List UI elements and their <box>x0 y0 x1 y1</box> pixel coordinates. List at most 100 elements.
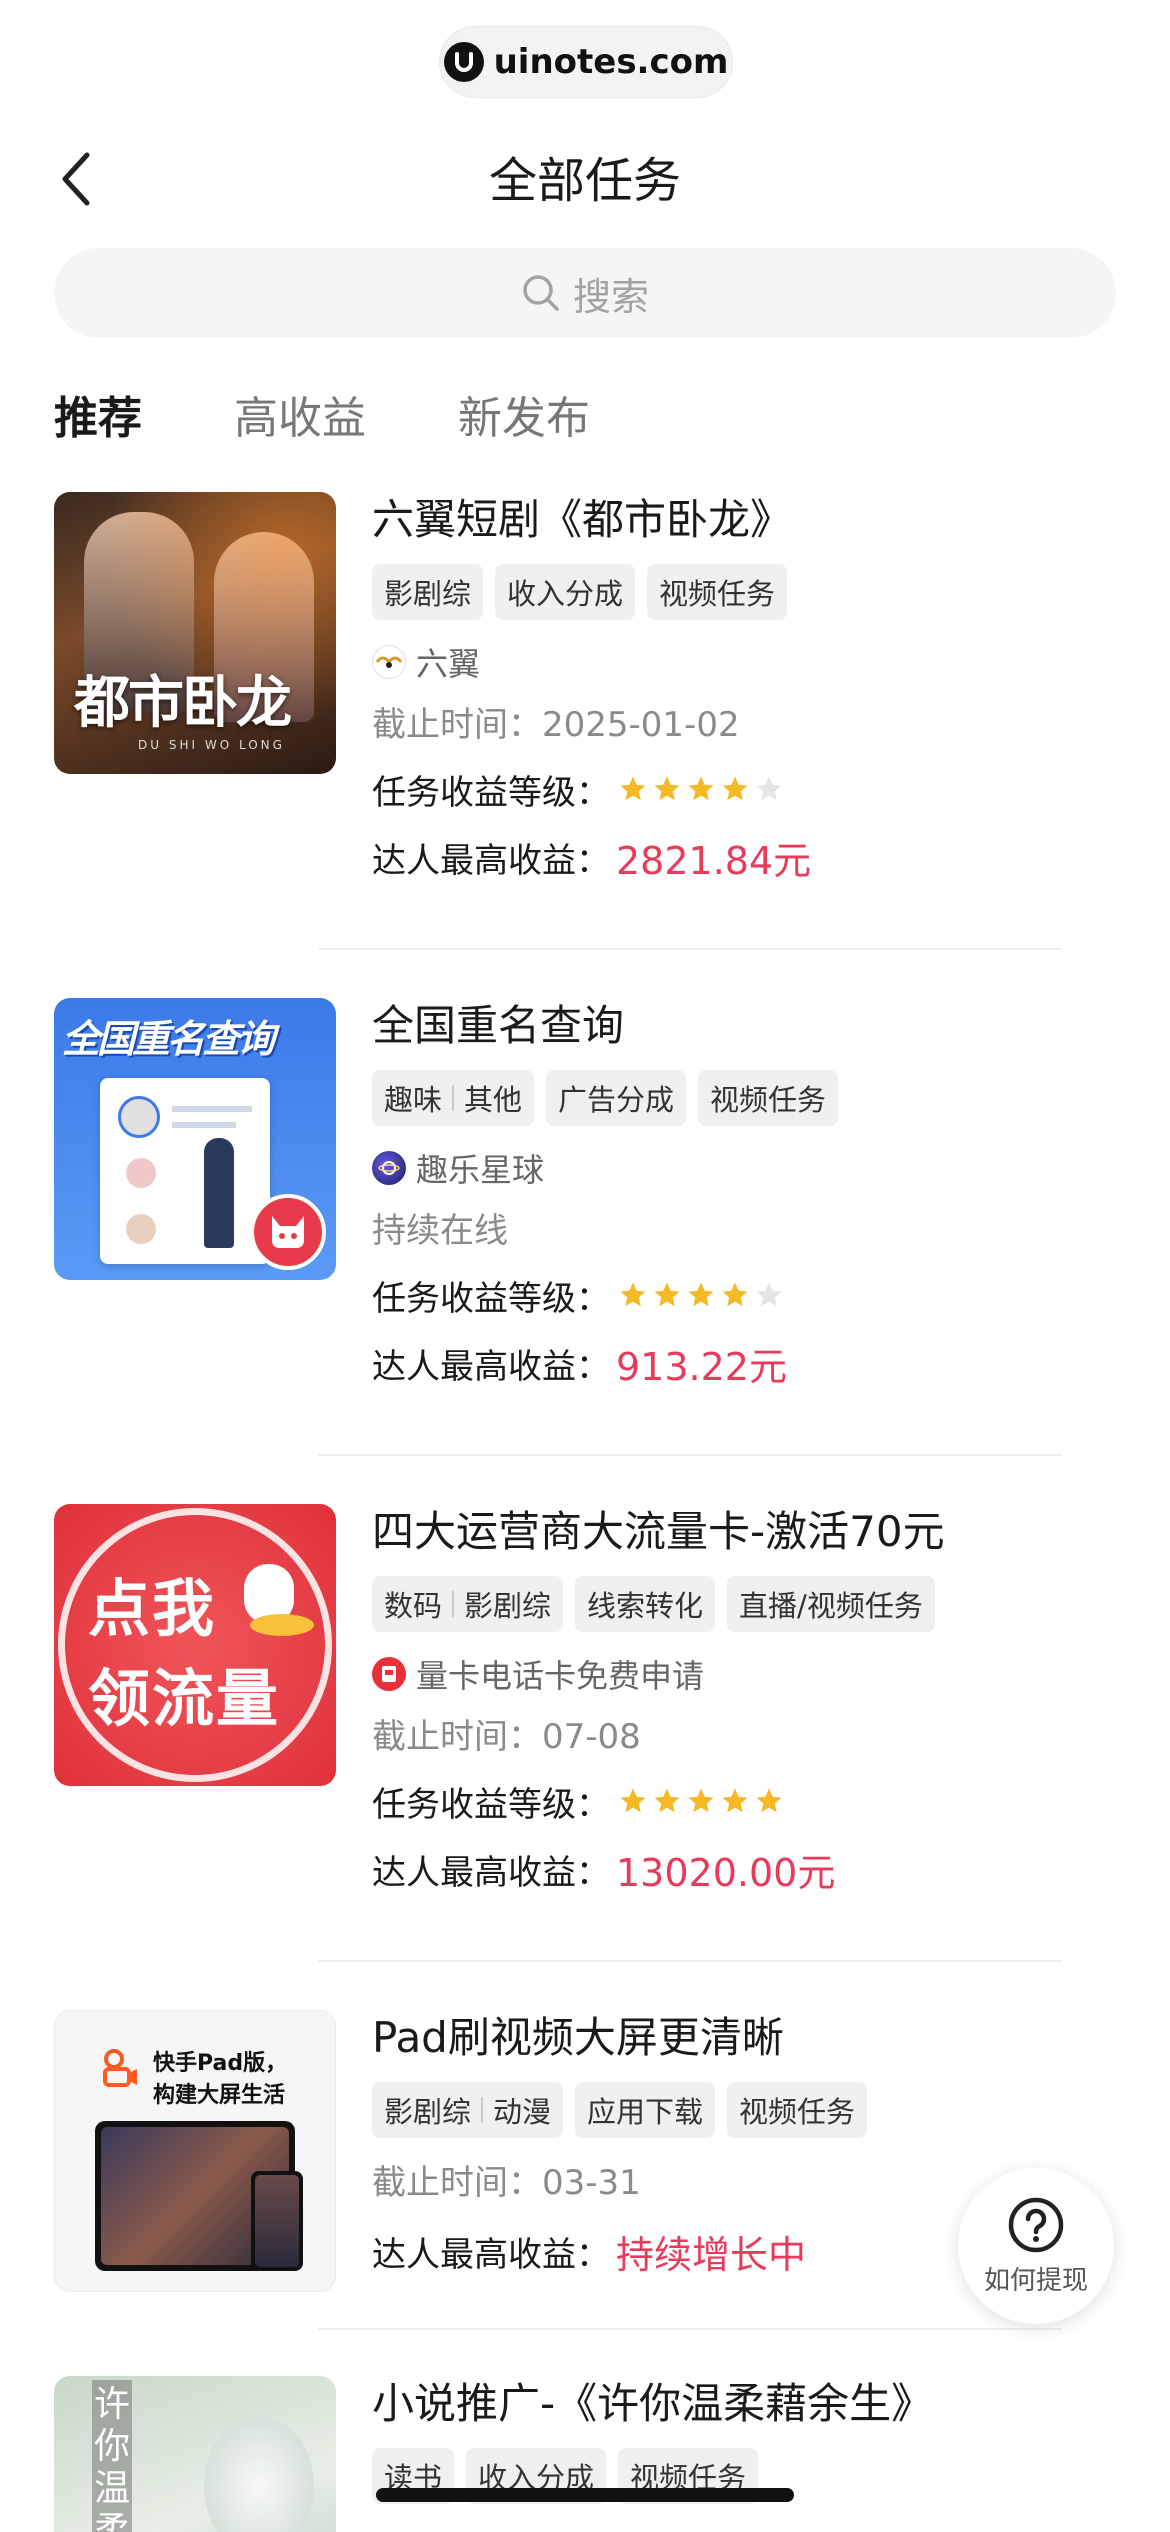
task-title: Pad刷视频大屏更清晰 <box>372 2013 784 2062</box>
max-earnings-label: 达人最高收益： <box>372 1346 610 1387</box>
uinotes-logo-icon <box>443 42 484 82</box>
max-earnings-value: 持续增长中 <box>616 2232 807 2277</box>
income-level-label: 任务收益等级： <box>372 1784 610 1825</box>
publisher: 趣乐星球 <box>372 1146 1116 1190</box>
star-icon <box>722 1282 748 1307</box>
star-icon <box>756 1282 782 1307</box>
divider <box>318 948 1062 950</box>
tag: 趣味 其他 <box>372 1070 535 1126</box>
task-thumbnail: 都市卧龙 DU SHI WO LONG <box>54 492 336 774</box>
home-indicator <box>376 2488 794 2502</box>
task-deadline: 持续在线 <box>372 1211 508 1251</box>
publisher-name: 六翼 <box>416 645 481 683</box>
star-icon <box>620 1788 646 1813</box>
kuaishou-logo-icon <box>101 2049 141 2089</box>
task-thumbnail: 全国重名查询 <box>54 998 336 1280</box>
star-icon <box>654 776 680 801</box>
star-icon <box>688 1788 714 1813</box>
publisher-logo-icon <box>372 645 406 679</box>
thumbnail-title: 都市卧龙 <box>74 670 292 736</box>
tag: 影剧综 <box>372 564 484 620</box>
task-deadline: 截止时间：2025-01-02 <box>372 705 740 745</box>
task-card[interactable]: 都市卧龙 DU SHI WO LONG 六翼短剧《都市卧龙》 影剧综 收入分成 … <box>54 492 1116 948</box>
star-icon <box>722 776 748 801</box>
watermark-text: uinotes.com <box>493 42 729 82</box>
task-card[interactable]: 点我 领流量 四大运营商大流量卡-激活70元 数码 影剧综 线索转化 直播/视频任… <box>54 1504 1116 1960</box>
star-icon <box>756 776 782 801</box>
task-thumbnail: 点我 领流量 <box>54 1504 336 1786</box>
star-rating <box>618 1786 784 1816</box>
task-card[interactable]: 全国重名查询 全国重名查询 趣味 其他 广告分成 视频任务 趣乐星球 持续在线 任… <box>54 998 1116 1454</box>
category-tabs: 推荐 高收益 新发布 <box>54 386 590 452</box>
task-title: 小说推广-《许你温柔藉余生》 <box>372 2379 934 2428</box>
star-icon <box>722 1788 748 1813</box>
search-icon <box>523 275 559 311</box>
search-placeholder: 搜索 <box>572 274 649 319</box>
tab-new-release[interactable]: 新发布 <box>458 386 590 452</box>
publisher-name: 量卡电话卡免费申请 <box>416 1657 705 1695</box>
task-card[interactable]: 许你温柔 小说推广-《许你温柔藉余生》 读书 收入分成 视频任务 <box>54 2376 1116 2532</box>
thumbnail-title: 许你温柔 <box>92 2380 132 2532</box>
max-earnings: 达人最高收益： 13020.00元 <box>372 1844 1116 1895</box>
page-title: 全部任务 <box>488 153 681 209</box>
star-icon <box>688 776 714 801</box>
income-level: 任务收益等级： <box>372 766 1116 813</box>
max-earnings-value: 913.22元 <box>616 1344 787 1389</box>
max-earnings-label: 达人最高收益： <box>372 1852 610 1893</box>
publisher: 量卡电话卡免费申请 <box>372 1652 1116 1696</box>
publisher-name: 趣乐星球 <box>416 1151 545 1189</box>
divider <box>318 1960 1062 1962</box>
thumbnail-line2: 构建大屏生活 <box>153 2083 286 2108</box>
task-tags: 影剧综 动漫 应用下载 视频任务 <box>372 2082 1116 2138</box>
thumbnail-line1: 快手Pad版， <box>153 2051 288 2076</box>
star-icon <box>654 1282 680 1307</box>
withdraw-help-label: 如何提现 <box>983 2265 1088 2296</box>
task-title: 六翼短剧《都市卧龙》 <box>372 495 793 544</box>
tab-recommended[interactable]: 推荐 <box>54 386 142 452</box>
question-circle-icon <box>1008 2197 1064 2252</box>
tag: 应用下载 <box>575 2082 716 2138</box>
divider <box>318 1454 1062 1456</box>
task-tags: 趣味 其他 广告分成 视频任务 <box>372 1070 1116 1126</box>
tag: 直播/视频任务 <box>727 1576 935 1632</box>
task-tags: 影剧综 收入分成 视频任务 <box>372 564 1116 620</box>
tag: 视频任务 <box>647 564 788 620</box>
tag: 线索转化 <box>575 1576 716 1632</box>
divider <box>318 2328 1062 2330</box>
tag: 视频任务 <box>727 2082 868 2138</box>
thumbnail-line2: 领流量 <box>88 1662 281 1735</box>
task-deadline: 截止时间：07-08 <box>372 1717 641 1757</box>
search-input[interactable]: 搜索 <box>54 248 1116 338</box>
income-level-label: 任务收益等级： <box>372 772 610 813</box>
task-card[interactable]: 快手Pad版， 构建大屏生活 Pad刷视频大屏更清晰 影剧综 动漫 应用下载 视频… <box>54 2010 1116 2326</box>
thumbnail-line1: 点我 <box>88 1572 217 1645</box>
max-earnings-label: 达人最高收益： <box>372 840 610 881</box>
max-earnings: 达人最高收益： 2821.84元 <box>372 832 1116 883</box>
withdraw-help-button[interactable]: 如何提现 <box>958 2168 1114 2324</box>
task-tags: 数码 影剧综 线索转化 直播/视频任务 <box>372 1576 1116 1632</box>
tag: 视频任务 <box>698 1070 839 1126</box>
thumbnail-subtitle: DU SHI WO LONG <box>138 738 285 752</box>
income-level-label: 任务收益等级： <box>372 1278 610 1319</box>
thumbnail-title: 全国重名查询 <box>62 1017 275 1061</box>
publisher-logo-icon <box>372 1151 406 1185</box>
income-level: 任务收益等级： <box>372 1778 1116 1825</box>
star-icon <box>620 1282 646 1307</box>
tab-high-income[interactable]: 高收益 <box>234 386 366 452</box>
star-icon <box>688 1282 714 1307</box>
tag: 数码 影剧综 <box>372 1576 564 1632</box>
max-earnings-label: 达人最高收益： <box>372 2234 610 2275</box>
watermark-pill: uinotes.com <box>439 26 733 98</box>
star-icon <box>654 1788 680 1813</box>
tag: 广告分成 <box>546 1070 687 1126</box>
star-rating <box>618 774 784 804</box>
star-icon <box>620 776 646 801</box>
publisher-logo-icon <box>372 1657 406 1691</box>
task-title: 全国重名查询 <box>372 1001 625 1050</box>
star-icon <box>756 1788 782 1813</box>
task-thumbnail: 许你温柔 <box>54 2376 336 2532</box>
task-thumbnail: 快手Pad版， 构建大屏生活 <box>54 2010 336 2292</box>
max-earnings-value: 2821.84元 <box>616 838 812 883</box>
max-earnings-value: 13020.00元 <box>616 1850 836 1895</box>
task-title: 四大运营商大流量卡-激活70元 <box>372 1507 945 1556</box>
